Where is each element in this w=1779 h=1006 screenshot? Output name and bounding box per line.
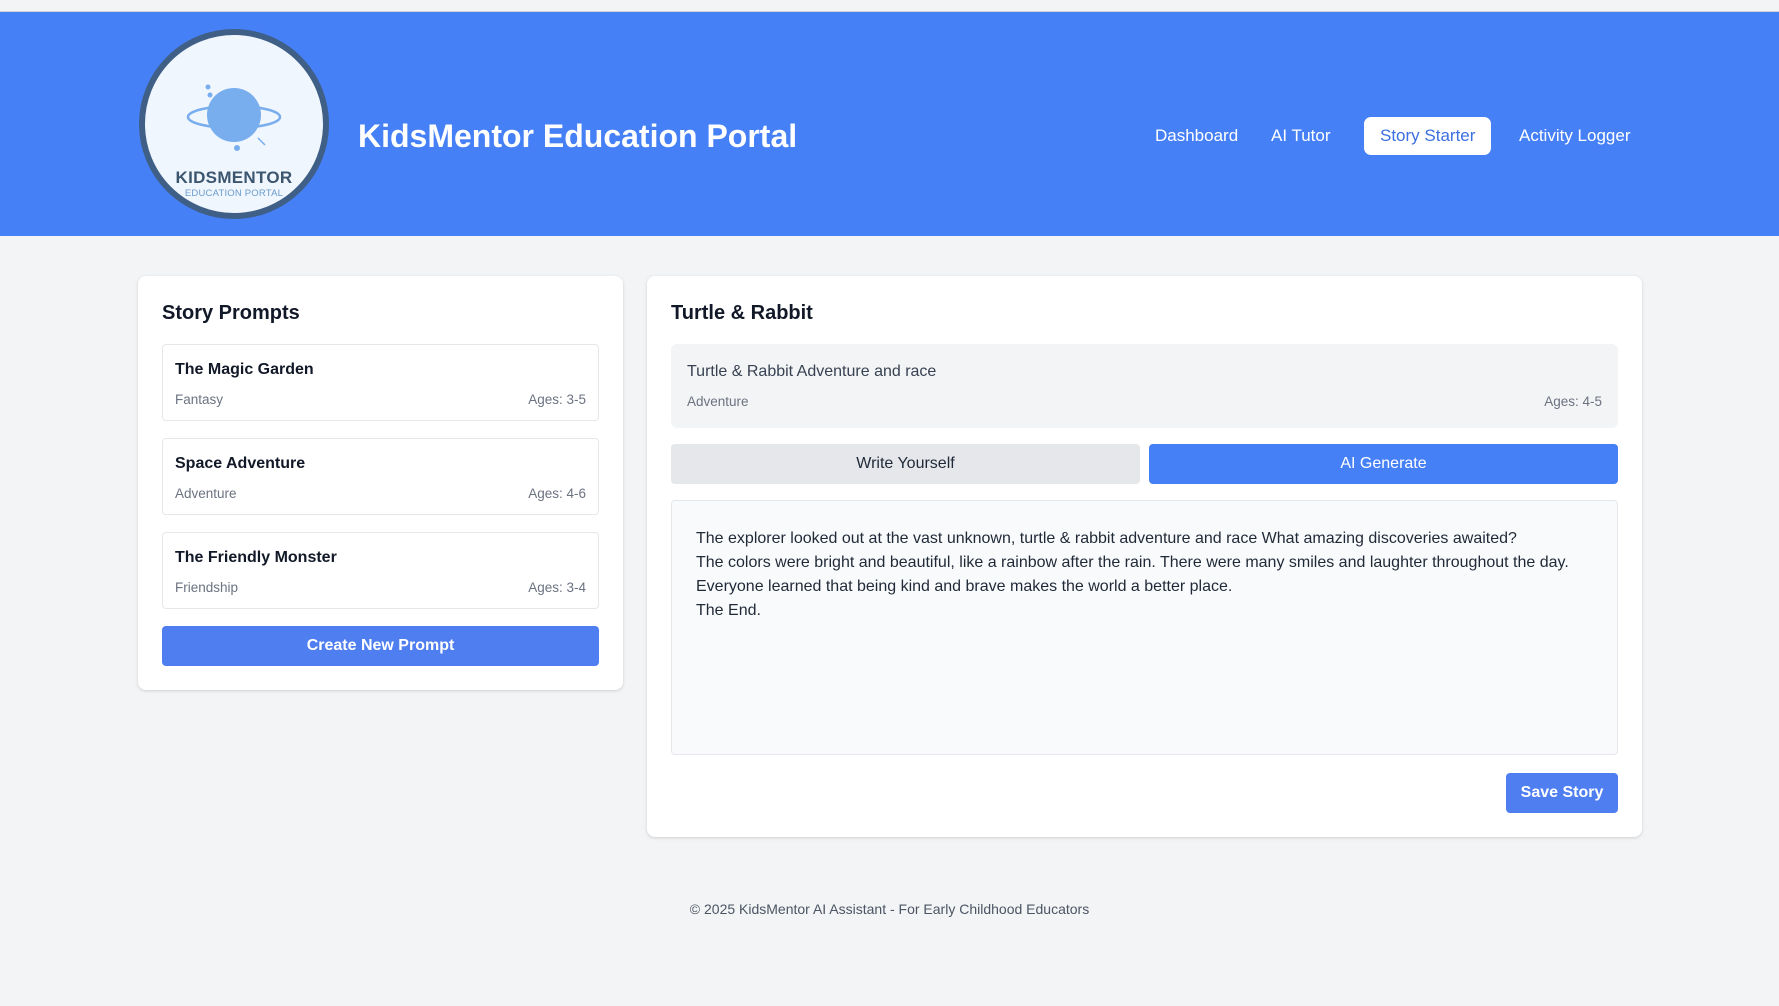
prompt-ages: Ages: 3-5 [528,392,586,407]
prompt-title: The Friendly Monster [175,549,337,566]
top-border [0,0,1779,12]
nav-story-starter[interactable]: Story Starter [1364,117,1492,155]
nav-activity-logger[interactable]: Activity Logger [1503,117,1647,155]
prompt-genre: Adventure [175,486,237,501]
site-title: KidsMentor Education Portal [358,118,798,154]
write-yourself-button[interactable]: Write Yourself [671,444,1140,484]
story-title: Turtle & Rabbit [671,302,813,324]
logo-name: KIDSMENTOR [175,168,293,187]
site-header: KIDSMENTOR EDUCATION PORTAL KidsMentor E… [0,12,1779,236]
prompt-ages: Ages: 4-6 [528,486,586,501]
save-story-button[interactable]: Save Story [1506,773,1618,813]
prompt-title: The Magic Garden [175,361,314,378]
story-prompts-title: Story Prompts [162,302,300,324]
story-prompts-panel: Story Prompts The Magic Garden Fantasy A… [138,276,623,690]
prompt-card[interactable]: Space Adventure Adventure Ages: 4-6 [162,438,599,515]
selected-prompt-text: Turtle & Rabbit Adventure and race [687,363,937,380]
story-textarea[interactable]: The explorer looked out at the vast unkn… [671,500,1618,755]
selected-prompt-genre: Adventure [687,394,749,409]
selected-prompt: Turtle & Rabbit Adventure and race Adven… [671,344,1618,428]
prompt-card[interactable]: The Magic Garden Fantasy Ages: 3-5 [162,344,599,421]
prompt-title: Space Adventure [175,455,306,472]
create-new-prompt-button[interactable]: Create New Prompt [162,626,599,666]
prompt-genre: Fantasy [175,392,224,407]
selected-prompt-ages: Ages: 4-5 [1544,394,1602,409]
ai-generate-button[interactable]: AI Generate [1149,444,1618,484]
prompt-card[interactable]: The Friendly Monster Friendship Ages: 3-… [162,532,599,609]
nav-dashboard[interactable]: Dashboard [1139,117,1254,155]
footer-text: © 2025 KidsMentor AI Assistant - For Ear… [689,901,1090,917]
logo[interactable]: KIDSMENTOR EDUCATION PORTAL [139,29,329,219]
story-editor-panel: Turtle & Rabbit Turtle & Rabbit Adventur… [647,276,1642,837]
nav-ai-tutor[interactable]: AI Tutor [1255,117,1347,155]
logo-subtitle: EDUCATION PORTAL [184,188,284,199]
prompt-ages: Ages: 3-4 [528,580,586,595]
prompt-genre: Friendship [175,580,239,595]
